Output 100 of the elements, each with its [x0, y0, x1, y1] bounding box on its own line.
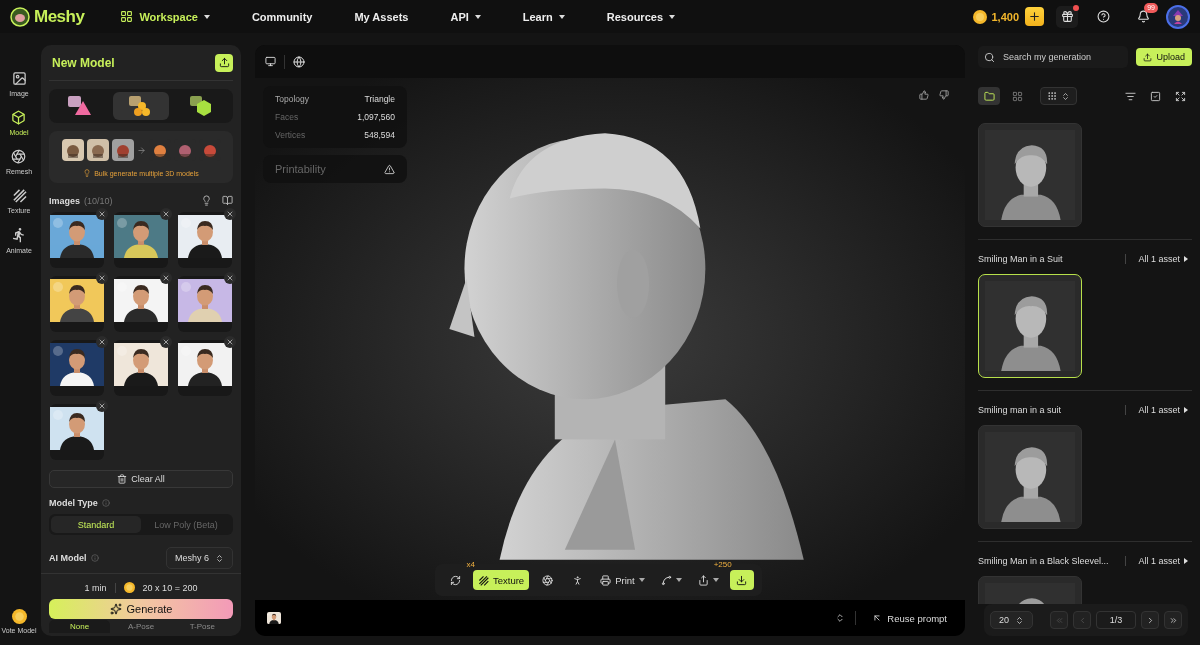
thumbs-up-icon[interactable] [919, 90, 929, 100]
filter-icon[interactable] [1125, 90, 1136, 102]
pose-option[interactable]: None [49, 620, 111, 633]
search-field[interactable]: Search my generation [978, 46, 1129, 68]
aperture-icon [11, 149, 27, 164]
prompt-thumbnail[interactable] [267, 612, 281, 624]
caret-icon [203, 14, 210, 19]
close-icon [98, 210, 106, 218]
remove-button[interactable] [96, 336, 108, 348]
texture-button[interactable]: Texture [473, 570, 530, 590]
model-type-option[interactable]: Standard [51, 516, 141, 533]
gift-button[interactable] [1056, 5, 1078, 28]
caret-icon [669, 14, 675, 19]
remove-button[interactable] [224, 272, 236, 284]
nav-link[interactable]: API [444, 6, 487, 27]
nav-link[interactable]: Workspace [114, 6, 216, 27]
expand-icon[interactable] [1175, 90, 1186, 102]
share-icon [697, 574, 709, 586]
caret-icon [474, 14, 481, 19]
book-icon[interactable] [222, 195, 233, 206]
close-icon [226, 274, 234, 282]
assets-link[interactable]: All 1 asset [1125, 405, 1192, 415]
logo-text: Meshy [34, 6, 85, 27]
trash-icon [117, 474, 128, 484]
page-size-select[interactable]: 20 [990, 611, 1033, 629]
download-button[interactable] [729, 570, 754, 590]
close-icon [98, 402, 106, 410]
user-avatar[interactable] [1166, 4, 1190, 29]
figure-icon [571, 574, 583, 586]
nav-link[interactable]: My Assets [348, 6, 415, 27]
gift-icon [1060, 10, 1074, 23]
view-toggle[interactable] [978, 87, 1000, 105]
plus-icon [1028, 10, 1041, 23]
pose-option[interactable]: A-Pose [110, 620, 172, 633]
caret-icon [675, 578, 682, 582]
lightbulb-icon [83, 169, 92, 177]
generate-button[interactable]: Generate [49, 599, 233, 619]
reuse-prompt-button[interactable]: Reuse prompt [866, 612, 953, 624]
close-icon [162, 274, 170, 282]
thumbs-down-icon[interactable] [939, 90, 949, 100]
remove-button[interactable] [224, 208, 236, 220]
mode-tab[interactable] [112, 92, 170, 120]
image-cone-icon [67, 95, 94, 117]
remove-button[interactable] [160, 208, 172, 220]
ai-model-select[interactable]: Meshy 6 [166, 547, 233, 569]
coin-icon [123, 582, 135, 593]
info-icon [101, 499, 110, 507]
stat-label: Topology [275, 94, 310, 104]
lightbulb-icon[interactable] [201, 195, 212, 206]
stat-value: Triangle [364, 94, 395, 104]
nav-link[interactable]: Resources [600, 6, 681, 27]
assets-link[interactable]: All 1 asset [1125, 254, 1192, 264]
search-input[interactable]: Search my generation [1001, 51, 1121, 63]
diagonal-stripes-icon [478, 574, 489, 586]
import-button[interactable] [215, 53, 233, 72]
upload-icon [1143, 52, 1153, 62]
generation-title: Smiling man in a suit [978, 405, 1062, 415]
credit-balance: 1,400 [991, 10, 1019, 23]
diagonal-stripes-icon [11, 188, 27, 203]
up-down-icon [1015, 615, 1024, 625]
pose-option[interactable]: T-Pose [171, 620, 233, 633]
help-icon [1096, 10, 1110, 23]
clear-all-button[interactable]: Clear All [49, 470, 233, 488]
nav-link[interactable]: Learn [516, 6, 571, 27]
caret-icon [558, 14, 565, 19]
coin-icon [973, 9, 988, 24]
double-chevron-left-icon [1054, 615, 1064, 625]
model-type-label: Model Type [49, 498, 98, 508]
close-icon [226, 338, 234, 346]
grid-size-select[interactable] [1040, 87, 1077, 105]
remove-button[interactable] [224, 336, 236, 348]
remove-button[interactable] [160, 336, 172, 348]
close-icon [98, 338, 106, 346]
folder-icon [983, 90, 995, 102]
upload-button[interactable]: Upload [1136, 48, 1192, 66]
nav-link[interactable]: Community [245, 6, 319, 27]
remove-button[interactable] [96, 208, 108, 220]
arrow-right-icon [136, 145, 146, 155]
stat-label: Vertices [275, 130, 306, 140]
assets-link[interactable]: All 1 asset [1125, 556, 1192, 566]
checkbox-icon[interactable] [1150, 90, 1161, 102]
caret-icon [638, 578, 645, 582]
add-credits-button[interactable] [1025, 7, 1044, 26]
monitor-icon[interactable] [265, 56, 276, 67]
warning-icon [384, 163, 395, 175]
remove-button[interactable] [96, 400, 108, 412]
panel-title: New Model [52, 55, 115, 70]
last-page-button[interactable] [1164, 611, 1182, 629]
print-button[interactable]: Print [595, 570, 650, 590]
model-card[interactable] [978, 123, 1082, 227]
up-down-icon[interactable] [835, 613, 846, 623]
globe-icon[interactable] [293, 55, 305, 68]
grid-icon [1011, 90, 1023, 102]
remove-button[interactable] [160, 272, 172, 284]
model-card[interactable] [978, 425, 1082, 529]
cube-icon [11, 110, 27, 125]
running-figure-icon [11, 227, 27, 243]
info-icon [90, 554, 99, 562]
spline-icon [660, 574, 672, 586]
remove-button[interactable] [96, 272, 108, 284]
